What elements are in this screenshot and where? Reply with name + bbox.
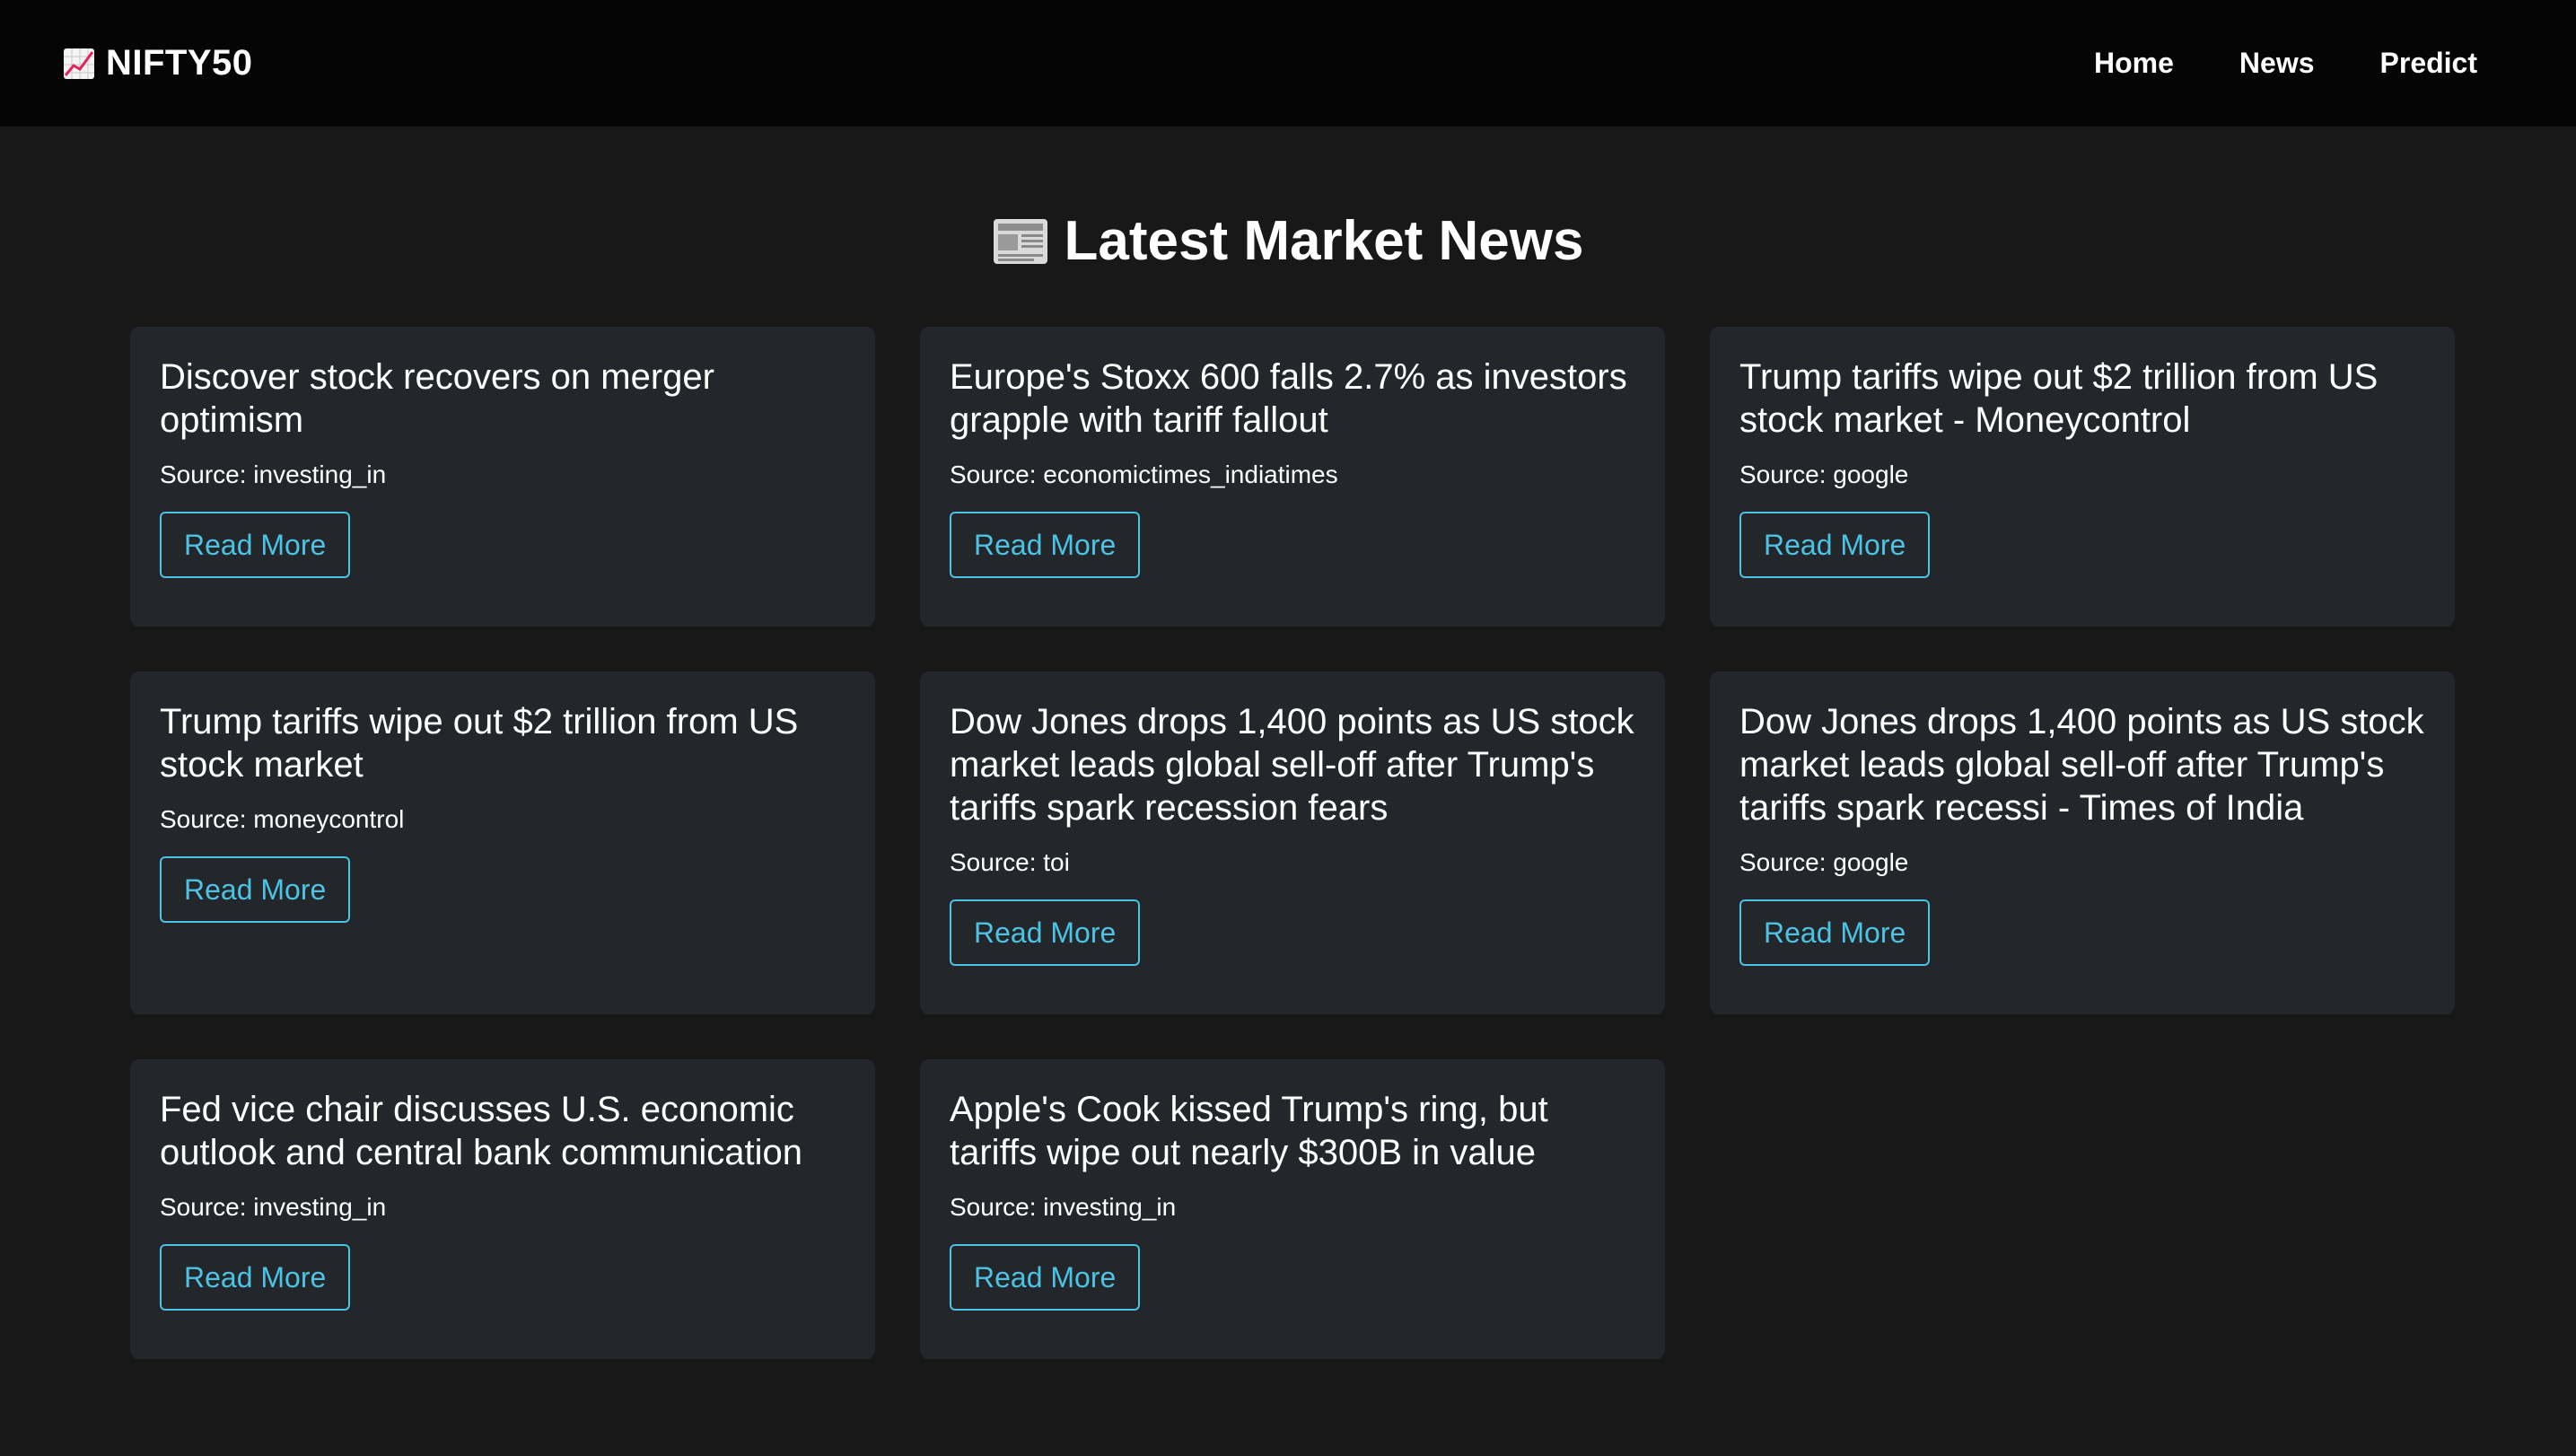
news-card: Fed vice chair discusses U.S. economic o… (130, 1059, 875, 1359)
news-card: Europe's Stoxx 600 falls 2.7% as investo… (920, 327, 1665, 627)
news-card: Trump tariffs wipe out $2 trillion from … (130, 671, 875, 1014)
read-more-button[interactable]: Read More (950, 512, 1141, 578)
read-more-button[interactable]: Read More (160, 1244, 351, 1311)
read-more-button[interactable]: Read More (950, 1244, 1141, 1311)
news-card-title: Dow Jones drops 1,400 points as US stock… (1739, 702, 2424, 828)
news-card-title: Dow Jones drops 1,400 points as US stock… (950, 702, 1634, 828)
news-card: Discover stock recovers on merger optimi… (130, 327, 875, 627)
news-card: Dow Jones drops 1,400 points as US stock… (1710, 671, 2455, 1014)
news-card-source: Source: toi (950, 848, 1070, 876)
news-card: Dow Jones drops 1,400 points as US stock… (920, 671, 1665, 1014)
nav-link-home[interactable]: Home (2094, 47, 2174, 80)
main-content: Latest Market News Discover stock recove… (0, 127, 2576, 1456)
news-card-source: Source: investing_in (950, 1193, 1177, 1221)
navbar: NIFTY50 Home News Predict (0, 0, 2576, 127)
read-more-button[interactable]: Read More (160, 856, 351, 923)
read-more-button[interactable]: Read More (1739, 899, 1931, 966)
news-card-title: Fed vice chair discusses U.S. economic o… (160, 1090, 802, 1172)
news-card-source: Source: investing_in (160, 460, 387, 488)
nav-link-news[interactable]: News (2239, 47, 2315, 80)
news-card-title: Trump tariffs wipe out $2 trillion from … (1739, 357, 2379, 440)
nav-link-predict[interactable]: Predict (2380, 47, 2477, 80)
news-card: Trump tariffs wipe out $2 trillion from … (1710, 327, 2455, 627)
news-card-source: Source: investing_in (160, 1193, 387, 1221)
news-card-title: Apple's Cook kissed Trump's ring, but ta… (950, 1090, 1548, 1172)
page-title-container: Latest Market News (0, 209, 2576, 273)
news-card-source: Source: moneycontrol (160, 805, 405, 833)
brand[interactable]: NIFTY50 (63, 43, 253, 83)
news-card-source: Source: economictimes_indiatimes (950, 460, 1338, 488)
news-card-title: Trump tariffs wipe out $2 trillion from … (160, 702, 799, 785)
newspaper-icon (993, 218, 1047, 264)
news-card: Apple's Cook kissed Trump's ring, but ta… (920, 1059, 1665, 1359)
news-card-title: Europe's Stoxx 600 falls 2.7% as investo… (950, 357, 1627, 440)
chart-increasing-icon (64, 48, 94, 79)
page-title: Latest Market News (1064, 210, 1584, 272)
read-more-button[interactable]: Read More (1739, 512, 1931, 578)
nav-links: Home News Predict (2094, 47, 2477, 80)
news-card-source: Source: google (1739, 460, 1909, 488)
read-more-button[interactable]: Read More (160, 512, 351, 578)
read-more-button[interactable]: Read More (950, 899, 1141, 966)
news-card-source: Source: google (1739, 848, 1909, 876)
news-card-title: Discover stock recovers on merger optimi… (160, 357, 714, 440)
brand-name: NIFTY50 (106, 43, 253, 83)
